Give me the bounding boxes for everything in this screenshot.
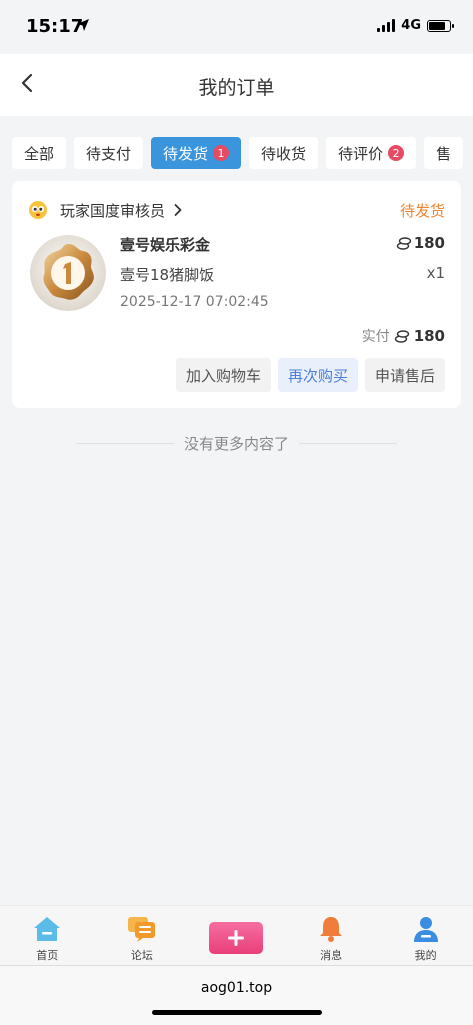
product-image[interactable]: [30, 235, 106, 311]
order-time: 2025-12-17 07:02:45: [120, 294, 269, 310]
tabbar-item-messages[interactable]: 消息: [284, 906, 379, 966]
tab-pending-review[interactable]: 待评价 2: [326, 137, 417, 169]
home-indicator[interactable]: [152, 1010, 322, 1015]
order-actions: 加入购物车 再次购买 申请售后: [175, 358, 445, 392]
tabbar-item-mine[interactable]: 我的: [378, 906, 473, 966]
url-text[interactable]: aog01.top: [0, 980, 473, 996]
order-status: 待发货: [399, 202, 445, 220]
tabbar-label: 首页: [36, 949, 59, 962]
shop-avatar-icon: [29, 201, 47, 219]
order-status-tabs: 全部 待支付 待发货 1 待收货 待评价 2 售: [12, 137, 473, 169]
divider-line: [299, 443, 397, 444]
status-time: 15:17: [26, 16, 84, 37]
tab-pending-payment[interactable]: 待支付: [74, 137, 144, 169]
battery-icon: [427, 19, 454, 32]
coin-icon: [396, 237, 411, 250]
tab-pending-receipt[interactable]: 待收货: [249, 137, 319, 169]
tab-label: 售: [436, 144, 452, 163]
tabbar-item-home[interactable]: 首页: [0, 906, 95, 966]
chevron-right-icon: [174, 204, 182, 216]
tab-label: 待收货: [261, 144, 307, 163]
tabbar-label: 论坛: [130, 949, 153, 962]
user-icon: [413, 917, 438, 942]
bottom-tab-bar: 首页 论坛 消息 我的: [0, 905, 473, 966]
shop-row[interactable]: 玩家国度审核员 待发货: [28, 199, 445, 221]
after-sale-button[interactable]: 申请售后: [364, 358, 445, 392]
paid-row: 实付 180: [362, 326, 445, 346]
tabbar-item-forum[interactable]: 论坛: [95, 906, 190, 966]
plus-icon: [228, 930, 245, 946]
paid-label: 实付: [361, 329, 390, 345]
nav-bar: 我的订单: [0, 54, 473, 116]
product-price: 180: [396, 234, 445, 252]
network-type: 4G: [401, 18, 421, 33]
tab-label: 待发货: [163, 144, 209, 163]
product-spec: 壹号18猪脚饭: [120, 266, 215, 284]
product-name: 壹号娱乐彩金: [120, 236, 211, 254]
chat-icon: [127, 917, 155, 942]
tab-label: 全部: [24, 144, 55, 163]
count-badge: 2: [388, 145, 405, 161]
buy-again-button[interactable]: 再次购买: [277, 358, 358, 392]
tab-all[interactable]: 全部: [12, 137, 67, 169]
product-quantity: x1: [426, 264, 445, 282]
tabbar-label: 消息: [320, 949, 343, 962]
list-end-text: 没有更多内容了: [183, 435, 289, 453]
count-badge: 1: [213, 145, 230, 161]
browser-url-bar: aog01.top: [0, 965, 473, 1025]
order-card[interactable]: 玩家国度审核员 待发货 壹号娱乐彩金 180 壹号18猪脚饭 x1 2025-1…: [12, 181, 461, 408]
tab-label: 待评价: [338, 144, 384, 163]
price-value: 180: [413, 234, 445, 252]
coin-icon: [394, 330, 409, 343]
bell-icon: [320, 917, 343, 942]
tab-pending-shipment[interactable]: 待发货 1: [151, 137, 242, 169]
tabbar-label: 我的: [414, 949, 437, 962]
status-bar: 15:17 4G: [0, 0, 473, 54]
page-title: 我的订单: [198, 77, 275, 99]
tab-label: 待支付: [86, 144, 132, 163]
publish-button[interactable]: [209, 922, 264, 954]
tab-after-sale[interactable]: 售: [424, 137, 464, 169]
location-arrow-icon: [77, 19, 89, 31]
signal-icon: [377, 19, 396, 32]
add-to-cart-button[interactable]: 加入购物车: [175, 358, 271, 392]
status-indicators: 4G: [377, 18, 454, 33]
shop-name: 玩家国度审核员: [60, 201, 166, 220]
tabbar-item-publish[interactable]: [189, 906, 284, 966]
paid-amount: 180: [413, 327, 445, 345]
home-icon: [34, 917, 61, 941]
